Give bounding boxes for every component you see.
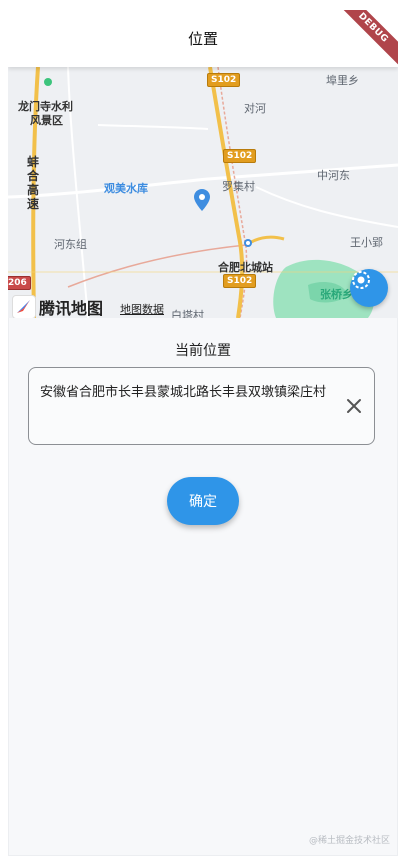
place-label: 罗集村 — [222, 180, 255, 193]
watermark: @稀土掘金技术社区 — [308, 836, 390, 846]
address-field[interactable]: 安徽省合肥市长丰县蒙城北路长丰县双墩镇梁庄村 — [28, 367, 375, 445]
app-bar: 位置 — [8, 10, 398, 67]
place-label: 对河 — [244, 102, 266, 115]
place-label: 王小郢 — [350, 236, 383, 249]
confirm-button[interactable]: 确定 — [167, 477, 239, 525]
map-pin-icon — [194, 189, 210, 211]
page-title: 位置 — [187, 30, 218, 48]
clear-icon — [347, 399, 361, 413]
clear-button[interactable] — [342, 394, 366, 418]
place-label: 合肥北城站 — [218, 261, 273, 274]
map-data-link[interactable]: 地图数据 — [120, 301, 164, 317]
locate-icon — [352, 271, 370, 289]
place-label: 埠里乡 — [326, 74, 359, 87]
place-label: 河东组 — [54, 238, 87, 251]
locate-button[interactable] — [350, 269, 388, 307]
road-shield: S102 — [207, 73, 241, 87]
tencent-map-logo-icon — [12, 295, 36, 318]
place-label: 张桥乡 — [320, 288, 353, 301]
map-view[interactable]: 龙门寺水利 风景区 埠里乡 对河 观美水库 罗集村 中河东 河东组 王小郢 合肥… — [8, 67, 398, 318]
road-shield: S102 — [223, 274, 257, 288]
place-label: 观美水库 — [104, 182, 148, 195]
place-label: 风景区 — [30, 114, 63, 127]
place-label: 白塔村 — [171, 309, 204, 318]
current-location-label: 当前位置 — [175, 343, 231, 359]
app-frame: 位置 DEBUG 龙门寺水利 风景区 埠里乡 对河 观美水库 罗集村 中河东 河… — [8, 10, 398, 856]
map-logo: 腾讯地图 — [12, 295, 103, 318]
highway-label: 蚌合高速 — [26, 155, 39, 211]
address-text[interactable]: 安徽省合肥市长丰县蒙城北路长丰县双墩镇梁庄村 — [40, 384, 330, 402]
confirm-button-label: 确定 — [189, 494, 217, 510]
place-label: 中河东 — [317, 169, 350, 182]
map-logo-text: 腾讯地图 — [39, 299, 104, 318]
road-shield: S102 — [223, 149, 257, 163]
road-shield: 206 — [8, 276, 31, 290]
